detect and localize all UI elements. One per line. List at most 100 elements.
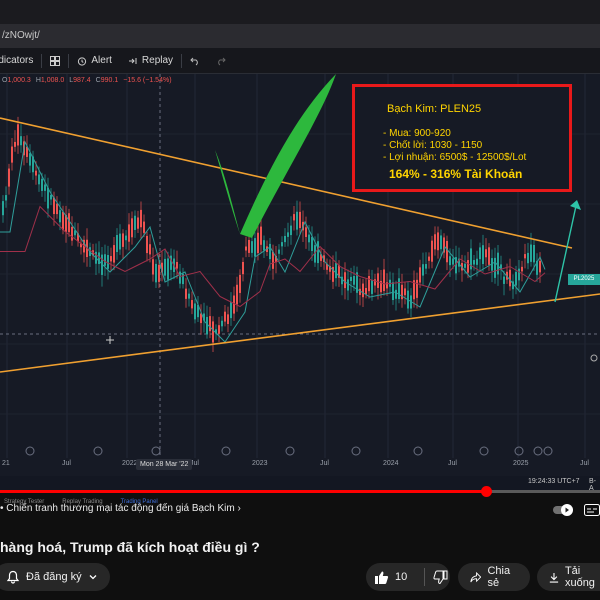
like-dislike-group: 10 (366, 563, 450, 591)
event-marker (413, 446, 423, 456)
thumbs-up-icon (375, 571, 389, 584)
chevron-down-icon (89, 575, 97, 580)
candle-body (137, 217, 139, 229)
video-title: hàng hoá, Trump đã kích hoạt điều gì ? (0, 539, 260, 555)
candle-body (11, 146, 13, 163)
candle-body (383, 269, 385, 291)
download-label: Tải xuống (564, 565, 595, 589)
candle-body (521, 266, 523, 272)
candle-body (287, 232, 289, 237)
event-marker (533, 446, 543, 456)
candle-body (539, 260, 541, 273)
candle-body (248, 239, 250, 253)
candle-body (278, 249, 280, 254)
event-marker (479, 446, 489, 456)
crosshair-cursor-icon (106, 336, 114, 344)
share-arrow-icon (470, 571, 482, 582)
redo-button[interactable] (208, 48, 234, 73)
alarm-clock-icon (78, 56, 87, 66)
candle-body (533, 244, 535, 263)
candle-body (368, 276, 370, 292)
layout-button[interactable] (42, 48, 68, 73)
candle-body (344, 272, 346, 289)
candle-body (467, 260, 469, 273)
chapter-title[interactable]: • Chiến tranh thương mại tác động đến gi… (0, 503, 241, 514)
chart-toolbar: Indicators Alert Replay (0, 48, 600, 74)
lower-trendline (0, 293, 600, 373)
alert-button[interactable]: Alert (69, 48, 120, 73)
candle-body (116, 235, 118, 253)
share-button[interactable]: Chia sẻ (458, 563, 530, 591)
candle-body (104, 254, 106, 266)
x-tick-label: 21 (2, 460, 10, 467)
candle-body (17, 124, 19, 146)
dislike-button[interactable] (431, 563, 450, 591)
candle-body (20, 136, 22, 146)
candle-body (473, 260, 475, 265)
subtitles-icon[interactable] (584, 504, 600, 516)
url-text: /zNOwjt/ (2, 30, 40, 41)
candle-body (227, 314, 229, 324)
candle-body (38, 174, 40, 185)
candle-body (485, 249, 487, 258)
candle-body (188, 293, 190, 299)
thumbs-down-icon (433, 570, 448, 584)
close-value: 990.1 (100, 77, 119, 84)
candle-body (527, 252, 529, 264)
candle-body (254, 238, 256, 257)
candle-body (476, 258, 478, 265)
candle-body (488, 247, 490, 265)
progress-fill (0, 490, 486, 493)
x-tick-label: 2024 (383, 460, 399, 467)
candle-body (128, 224, 130, 242)
candle-body (158, 264, 160, 282)
address-bar[interactable]: /zNOwjt/ (0, 24, 600, 48)
candle-body (185, 288, 187, 299)
candle-body (224, 311, 226, 322)
candle-body (47, 187, 49, 209)
candle-body (452, 258, 454, 265)
candle-body (194, 303, 196, 320)
redo-icon (218, 57, 226, 65)
indicators-button[interactable]: Indicators (0, 48, 41, 73)
candle-body (425, 264, 427, 269)
candle-body (284, 235, 286, 243)
like-divider (424, 568, 425, 586)
subscribed-label: Đã đăng ký (26, 571, 82, 583)
video-progress-bar[interactable] (0, 486, 600, 497)
x-tick-label: Jul (62, 460, 71, 467)
candle-body (437, 232, 439, 251)
replay-button[interactable]: Replay (120, 48, 181, 73)
candle-body (479, 247, 481, 260)
candle-body (422, 264, 424, 276)
candle-body (524, 254, 526, 259)
subscribed-button[interactable]: Đã đăng ký (0, 563, 110, 591)
candle-body (122, 233, 124, 247)
candle-body (206, 316, 208, 335)
x-tick-label: Jul (580, 460, 589, 467)
time-axis[interactable]: 21 Jul 2022 Jul 2023 Jul 2024 Jul 2025 Jul (0, 458, 600, 476)
price-marker (590, 354, 598, 362)
candle-body (305, 227, 307, 237)
candle-body (140, 209, 142, 228)
candle-body (251, 241, 253, 253)
candle-body (293, 214, 295, 221)
autoplay-toggle-icon[interactable] (552, 503, 576, 517)
candle-body (431, 240, 433, 262)
candle-body (281, 242, 283, 247)
candle-body (392, 282, 394, 301)
like-button[interactable]: 10 (366, 563, 418, 591)
candle-body (53, 197, 55, 215)
download-button[interactable]: Tải xuống (537, 563, 600, 591)
candle-body (353, 275, 355, 285)
event-marker (514, 446, 524, 456)
candle-body (350, 276, 352, 282)
candle-body (317, 241, 319, 264)
undo-button[interactable] (182, 48, 208, 73)
candle-body (398, 278, 400, 300)
candle-body (365, 287, 367, 295)
replay-label: Replay (141, 55, 174, 66)
crosshair-date-label: Mon 28 Mar '22 (136, 459, 193, 470)
progress-scrubber[interactable] (481, 486, 492, 497)
event-marker (543, 446, 553, 456)
